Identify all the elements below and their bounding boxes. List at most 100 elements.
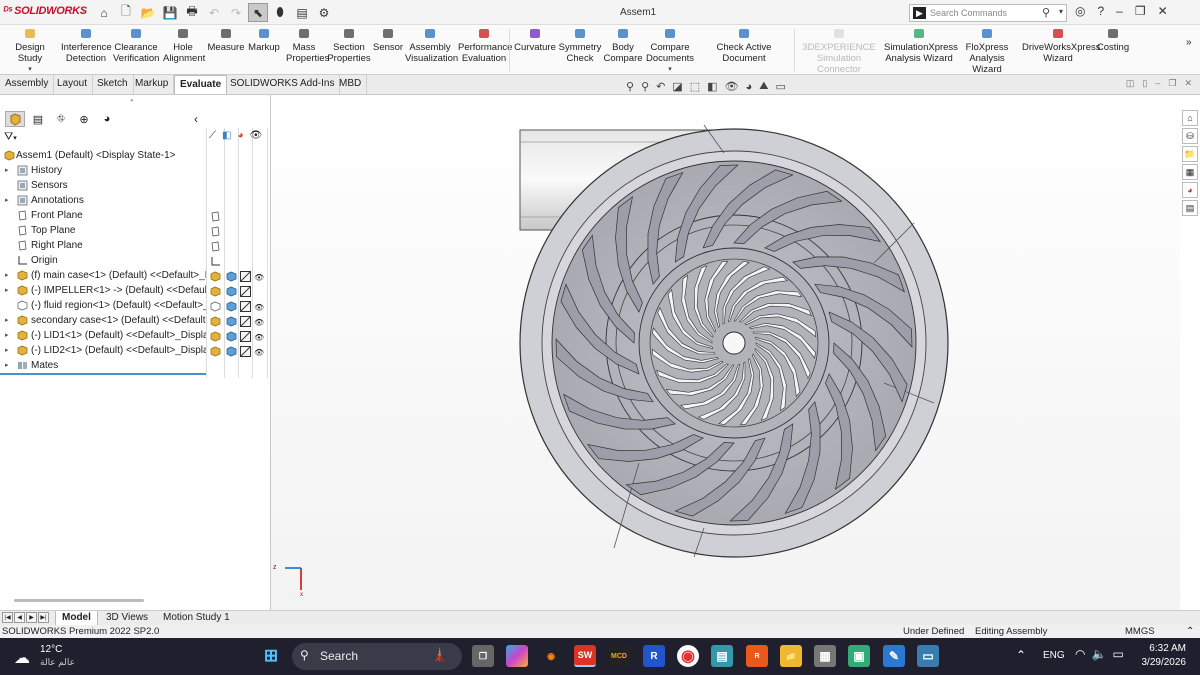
menu-expand-icon[interactable]: › <box>82 5 85 15</box>
revit-icon[interactable]: R <box>643 645 665 667</box>
tile-icon[interactable]: ◫ <box>1126 78 1135 89</box>
language-indicator[interactable]: ENG <box>1043 650 1065 661</box>
tab-solidworks-add-ins[interactable]: SOLIDWORKS Add-Ins <box>225 75 341 94</box>
solidworks-taskbar-icon[interactable]: SW <box>574 645 596 667</box>
display-mode-icon[interactable]: ◧ <box>222 130 231 141</box>
tree-item[interactable]: ▸ Mates <box>0 358 206 373</box>
command-section[interactable]: Section Properties <box>327 27 371 64</box>
close-icon[interactable]: ✕ <box>1158 4 1168 18</box>
bottom-tab-motion-study-1[interactable]: Motion Study 1 <box>157 611 236 626</box>
copilot-icon[interactable] <box>506 645 528 667</box>
command-hole[interactable]: Hole Alignment <box>163 27 205 64</box>
appearance-swatch-icon[interactable] <box>240 301 251 312</box>
section-view-icon[interactable]: ◪ <box>672 80 682 93</box>
transparency-icon[interactable]: 👁 <box>250 130 263 141</box>
taskbar-search[interactable]: ⚲ Search 🗼 <box>292 643 462 670</box>
graphics-area[interactable]: ⚲ ⚲ ↶ ◪ ⬚ ◧ 👁 ◕ ⛰ ▭ z x <box>271 80 1180 610</box>
command-mass[interactable]: Mass Properties <box>286 27 329 64</box>
command-symmetry[interactable]: Symmetry Check <box>558 27 602 64</box>
command-simxpress[interactable]: SimulationXpress Analysis Wizard <box>884 27 958 64</box>
photos-icon[interactable]: ▣ <box>848 645 870 667</box>
command-sensor[interactable]: Sensor <box>373 27 403 53</box>
volume-icon[interactable]: 🔈 <box>1091 647 1106 661</box>
split-icon[interactable]: ▯ <box>1142 78 1147 89</box>
command-curvature[interactable]: Curvature <box>513 27 557 53</box>
select-icon[interactable]: ⬉ <box>248 3 268 22</box>
zoom-area-icon[interactable]: ⚲ <box>641 80 649 93</box>
file-properties-icon[interactable]: ▤ <box>292 3 312 22</box>
transparency-eye-icon[interactable]: 👁 <box>254 318 265 329</box>
collapse-pane-icon[interactable]: ‹ <box>194 112 198 126</box>
plane-visibility-icon[interactable] <box>210 241 221 252</box>
tree-item[interactable]: ▸ (-) IMPELLER<1> -> (Default) <<Default> <box>0 283 206 298</box>
plane-visibility-icon[interactable] <box>210 226 221 237</box>
help-icon[interactable]: ? <box>1097 4 1104 18</box>
show-hidden-icons[interactable]: ⌃ <box>1016 648 1026 662</box>
clock-date[interactable]: 3/29/2026 <box>1130 657 1187 668</box>
undo-icon[interactable]: ↶ <box>204 3 224 22</box>
dimxpert-tab-icon[interactable]: ⊕ <box>74 111 94 127</box>
pane-grip[interactable]: ● <box>130 98 134 104</box>
tree-item[interactable]: (-) fluid region<1> (Default) <<Default>… <box>0 298 206 313</box>
file-explorer-taskbar-icon[interactable]: 📁 <box>780 645 802 667</box>
tab-evaluate[interactable]: Evaluate <box>174 75 228 94</box>
windows-start-icon[interactable]: ⊞ <box>260 645 282 667</box>
weather-temp[interactable]: 12°C <box>40 644 62 655</box>
command-body-compare[interactable]: Body Compare <box>603 27 643 64</box>
chrome-icon[interactable]: ◉ <box>677 645 699 667</box>
hide-show-items-icon[interactable]: 👁 <box>725 80 739 93</box>
minimize-icon[interactable]: – <box>1116 4 1123 18</box>
expand-arrow-icon[interactable]: ▸ <box>5 163 9 178</box>
plane-visibility-icon[interactable] <box>210 211 221 222</box>
command-floxpress[interactable]: FloXpress Analysis Wizard <box>955 27 1019 75</box>
expand-arrow-icon[interactable]: ▸ <box>5 358 9 373</box>
display-mode-icon[interactable] <box>226 301 237 312</box>
expand-arrow-icon[interactable]: ▸ <box>5 193 9 208</box>
new-document-icon[interactable]: 🗋 <box>116 3 136 22</box>
redo-icon[interactable]: ↷ <box>226 3 246 22</box>
appearance-icon[interactable]: ◕ <box>237 130 243 141</box>
tab-assembly[interactable]: Assembly <box>0 75 55 94</box>
bottom-tab-3d-views[interactable]: 3D Views <box>100 611 154 626</box>
command-connector[interactable]: 3DEXPERIENCE Simulation Connector <box>795 27 883 75</box>
zoom-to-fit-icon[interactable]: ⚲ <box>626 80 634 93</box>
last-tab-icon[interactable]: ▶| <box>38 612 49 623</box>
weather-icon[interactable]: ☁ <box>14 648 30 668</box>
bottom-tab-model[interactable]: Model <box>55 611 98 626</box>
display-style-icon[interactable]: ◧ <box>707 80 717 93</box>
tree-item[interactable]: ▸ History <box>0 163 206 178</box>
command-measure[interactable]: Measure <box>206 27 246 53</box>
origin-visibility-icon[interactable] <box>210 256 221 267</box>
first-tab-icon[interactable]: |◀ <box>2 612 13 623</box>
command-markup[interactable]: Markup <box>246 27 282 53</box>
paint-icon[interactable]: ✎ <box>883 645 905 667</box>
more-commands-icon[interactable]: » <box>1186 37 1192 48</box>
solidworks-logo[interactable]: ᴰˢ SOLIDWORKS <box>3 5 87 17</box>
command-design-study[interactable]: Design Study ▾ <box>2 27 58 75</box>
component-visibility-icon[interactable] <box>210 346 221 357</box>
tree-item[interactable]: ▸ (-) LID2<1> (Default) <<Default>_Displa… <box>0 343 206 358</box>
chevron-down-icon[interactable]: ▾ <box>2 64 58 75</box>
design-library-icon[interactable]: ⛁ <box>1182 128 1198 144</box>
expand-arrow-icon[interactable]: ▸ <box>5 268 9 283</box>
clock-time[interactable]: 6:32 AM <box>1140 643 1186 654</box>
feature-manager-tab-icon[interactable] <box>5 111 25 127</box>
command-compare-docs[interactable]: Compare Documents ▾ <box>645 27 695 75</box>
appearance-swatch-icon[interactable] <box>240 316 251 327</box>
window-close-icon[interactable]: ✕ <box>1184 78 1192 89</box>
expand-arrow-icon[interactable]: ▸ <box>5 313 9 328</box>
component-visibility-icon[interactable] <box>210 286 221 297</box>
transparency-eye-icon[interactable]: 👁 <box>254 333 265 344</box>
search-icon[interactable]: ⚲ <box>1042 6 1050 19</box>
customize-icon[interactable]: ⌃ <box>1186 625 1194 638</box>
tree-rollback-bar[interactable] <box>0 373 206 375</box>
blender-icon[interactable]: ◉ <box>540 645 562 667</box>
configuration-manager-tab-icon[interactable]: ⛗ <box>51 111 71 127</box>
tree-item[interactable]: ▸ (-) LID1<1> (Default) <<Default>_Displa… <box>0 328 206 343</box>
filter-icon[interactable]: ⛛▾ <box>4 131 17 144</box>
horizontal-scrollbar[interactable] <box>14 599 144 602</box>
wifi-icon[interactable]: ◠ <box>1075 647 1085 661</box>
open-icon[interactable]: 📂 <box>138 3 158 22</box>
mcd-icon[interactable]: MCD <box>608 645 630 667</box>
tab-sketch[interactable]: Sketch <box>92 75 134 94</box>
